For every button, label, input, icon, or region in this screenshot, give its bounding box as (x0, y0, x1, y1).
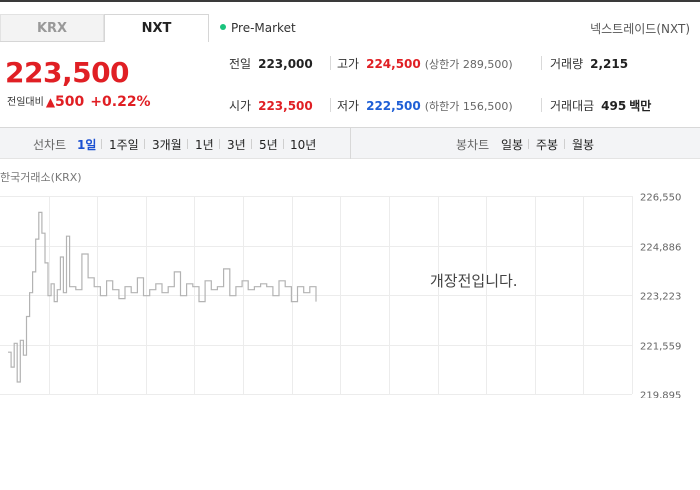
candle-weekly[interactable]: 주봉 (536, 136, 558, 153)
stat-label: 시가 (229, 99, 252, 113)
price-change: 전일대비 ▲500 +0.22% (7, 93, 151, 110)
stat-unit: 백만 (629, 99, 652, 113)
stat-high: 고가 224,500 (상한가 289,500) (337, 55, 513, 72)
period-1w[interactable]: 1주일 (109, 136, 139, 153)
exchange-label: 한국거래소(KRX) (0, 171, 82, 184)
stat-low: 저가 222,500 (하한가 156,500) (337, 97, 513, 114)
lower-limit: (하한가 156,500) (424, 100, 513, 113)
divider (541, 98, 542, 112)
stat-label: 거래대금 (550, 99, 595, 113)
stat-value: 495 (601, 99, 627, 113)
stat-turnover: 거래대금 495 백만 (550, 97, 651, 114)
change-percent: +0.22% (90, 94, 151, 110)
stat-value: 224,500 (366, 57, 421, 71)
divider (219, 139, 220, 149)
divider (528, 139, 529, 149)
candle-chart-label: 봉차트 (456, 138, 490, 152)
stat-prev-close: 전일 223,000 (229, 55, 313, 72)
stat-value: 223,500 (258, 99, 313, 113)
stat-label: 전일 (229, 57, 252, 71)
divider (330, 98, 331, 112)
change-amount: 500 (55, 94, 85, 110)
divider (283, 139, 284, 149)
period-10y[interactable]: 10년 (290, 136, 316, 153)
session-label: Pre-Market (231, 21, 296, 35)
price-series-line (8, 211, 317, 383)
tab-underline (0, 41, 104, 42)
stat-value: 223,000 (258, 57, 313, 71)
period-3y[interactable]: 3년 (227, 136, 246, 153)
candle-daily[interactable]: 일봉 (501, 136, 523, 153)
top-border (0, 0, 700, 2)
divider (541, 56, 542, 70)
bar-divider (350, 128, 351, 159)
divider (564, 139, 565, 149)
tab-nxt[interactable]: NXT (104, 14, 209, 42)
period-5y[interactable]: 5년 (259, 136, 278, 153)
status-dot-icon (220, 24, 226, 30)
divider (187, 139, 188, 149)
line-chart-label: 선차트 (33, 138, 67, 152)
intraday-price-chart: 226,550 224,886 223,223 221,559 219,895 (0, 193, 681, 399)
divider (144, 139, 145, 149)
divider (101, 139, 102, 149)
period-3m[interactable]: 3개월 (152, 136, 182, 153)
stat-volume: 거래량 2,215 (550, 55, 628, 72)
chart-period-bar: 선차트 1일 1주일 3개월 1년 3년 5년 10년 봉차트 일봉 주봉 월봉 (0, 127, 700, 159)
nxt-link[interactable]: 넥스트레이드(NXT) (590, 20, 690, 37)
y-tick-label: 221,559 (640, 342, 681, 353)
stat-label: 저가 (337, 99, 360, 113)
candle-monthly[interactable]: 월봉 (572, 136, 594, 153)
tab-krx[interactable]: KRX (0, 14, 104, 42)
up-arrow-icon: ▲ (45, 95, 56, 109)
divider (251, 139, 252, 149)
upper-limit: (상한가 289,500) (424, 58, 513, 71)
session-status: Pre-Market (220, 21, 296, 35)
period-1d[interactable]: 1일 (77, 136, 96, 153)
change-label: 전일대비 (7, 97, 44, 108)
stat-value: 2,215 (590, 57, 629, 71)
y-tick-label: 226,550 (640, 193, 681, 204)
stat-open: 시가 223,500 (229, 97, 313, 114)
y-tick-label: 219,895 (640, 391, 681, 399)
stat-value: 222,500 (366, 99, 421, 113)
current-price: 223,500 (5, 56, 130, 89)
market-closed-message: 개장전입니다. (430, 272, 518, 290)
stat-label: 거래량 (550, 57, 584, 71)
stat-label: 고가 (337, 57, 360, 71)
y-tick-label: 223,223 (640, 292, 681, 303)
period-1y[interactable]: 1년 (195, 136, 214, 153)
divider (330, 56, 331, 70)
y-tick-label: 224,886 (640, 243, 681, 254)
